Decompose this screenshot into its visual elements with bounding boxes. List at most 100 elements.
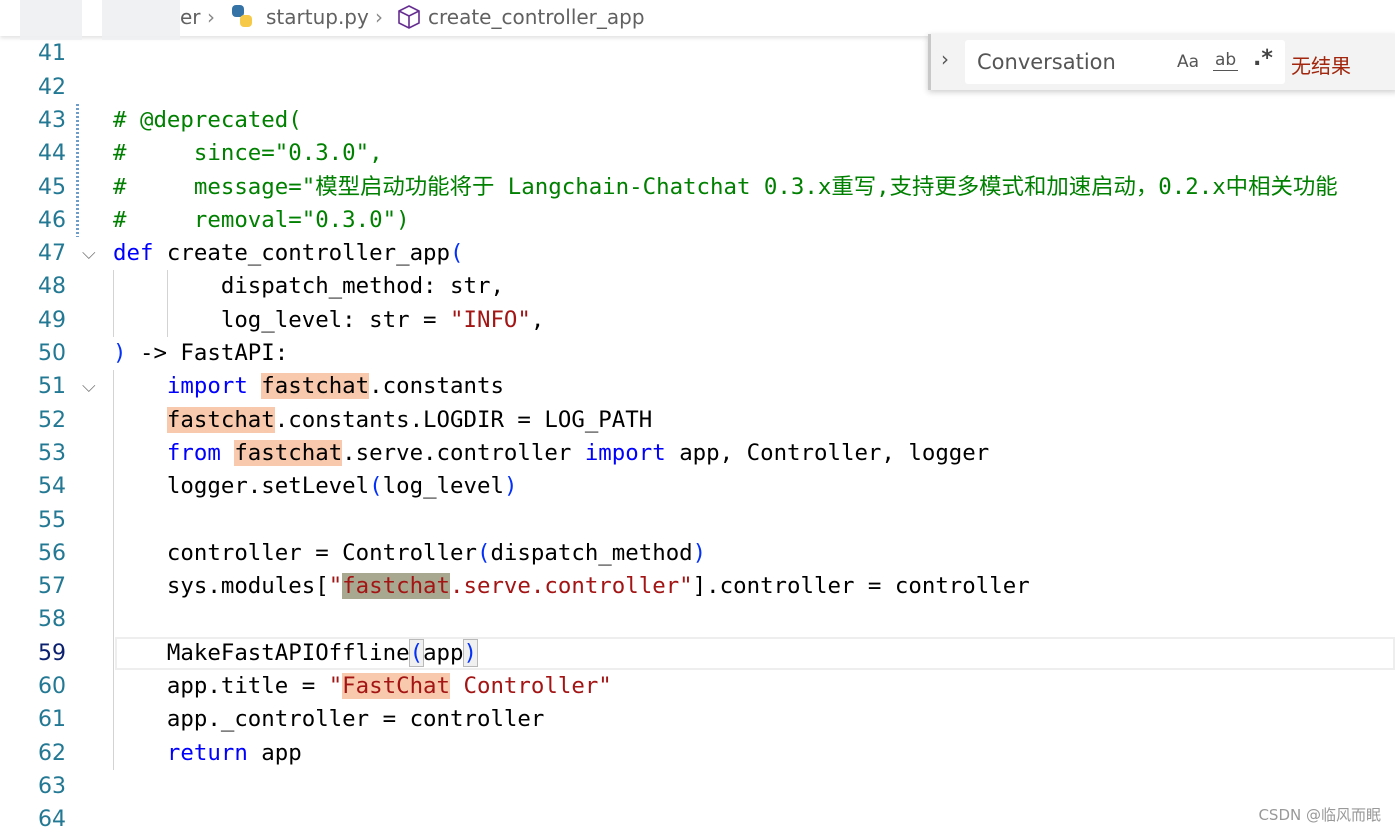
code-line[interactable]: 45 # message="模型启动功能将于 Langchain-Chatchat…: [0, 171, 1395, 204]
breadcrumb-symbol[interactable]: create_controller_app: [428, 5, 645, 29]
indent-guide: [167, 270, 168, 337]
code-token: FastChat: [342, 673, 451, 699]
code-text: # message="模型启动功能将于 Langchain-Chatchat 0…: [113, 171, 1338, 204]
find-input[interactable]: Conversation Aa ab .*: [965, 40, 1285, 84]
code-token: fastchat: [261, 373, 370, 400]
code-token: app: [423, 639, 464, 666]
code-token: # removal="0.3.0"): [113, 206, 410, 233]
code-token: (: [450, 240, 464, 267]
indent-guide: [113, 370, 114, 770]
code-line[interactable]: 62 return app: [0, 737, 1395, 770]
code-line[interactable]: 59 MakeFastAPIOffline(app): [0, 637, 1395, 670]
code-text: controller = Controller(dispatch_method): [113, 537, 706, 570]
line-number: 61: [38, 707, 66, 733]
code-token: app, Controller, logger: [679, 439, 990, 466]
code-token: fastchat: [342, 573, 451, 600]
code-line[interactable]: 56 controller = Controller(dispatch_meth…: [0, 537, 1395, 570]
chevron-right-icon: ›: [207, 5, 215, 29]
code-token: app.title =: [113, 673, 329, 699]
python-icon: [229, 3, 255, 34]
code-token: logger.setLevel: [113, 473, 370, 500]
line-number: 50: [38, 341, 66, 366]
line-number: 55: [38, 507, 66, 533]
code-token: ): [462, 638, 479, 667]
fold-chevron-icon[interactable]: ⌵: [82, 370, 96, 403]
line-number: 45: [38, 174, 66, 200]
line-number: 64: [38, 807, 66, 833]
line-number: 52: [38, 407, 66, 433]
line-number: 47: [38, 241, 66, 267]
line-number: 63: [38, 773, 66, 799]
whole-word-icon[interactable]: ab: [1213, 50, 1239, 71]
code-text: # @deprecated(: [113, 104, 302, 137]
indent-guide: [113, 270, 114, 337]
code-token: -> FastAPI:: [126, 340, 289, 366]
code-token: app._controller = controller: [113, 706, 545, 733]
code-token: from: [166, 439, 235, 466]
code-text: log_level: str = "INFO",: [113, 304, 545, 337]
line-number: 62: [38, 740, 66, 766]
breadcrumb-file[interactable]: startup.py: [266, 5, 369, 29]
code-text: from fastchat.serve.controller import ap…: [113, 437, 989, 470]
code-token: fastchat: [166, 406, 275, 433]
breadcrumb-folder[interactable]: er: [180, 5, 201, 29]
code-line[interactable]: 57 sys.modules["fastchat.serve.controlle…: [0, 570, 1395, 603]
code-line[interactable]: 53 from fastchat.serve.controller import…: [0, 437, 1395, 470]
code-line[interactable]: 64: [0, 803, 1395, 836]
code-text: fastchat.constants.LOGDIR = LOG_PATH: [113, 404, 652, 437]
code-token: dispatch_method: str,: [113, 273, 504, 300]
modified-lines-indicator: [76, 103, 79, 238]
code-token: .constants: [369, 373, 504, 400]
code-line[interactable]: 49 log_level: str = "INFO",: [0, 304, 1395, 337]
code-line[interactable]: 48 dispatch_method: str,: [0, 270, 1395, 303]
code-line[interactable]: 47 ⌵ def create_controller_app(: [0, 237, 1395, 270]
code-token: sys.modules[: [113, 573, 329, 600]
code-token: ): [692, 539, 707, 566]
code-token: import: [166, 373, 262, 400]
regex-icon[interactable]: .*: [1253, 46, 1273, 71]
code-line[interactable]: 58: [0, 603, 1395, 636]
code-text: def create_controller_app(: [113, 237, 464, 270]
line-number: 56: [38, 540, 66, 566]
code-line[interactable]: 60 app.title = "FastChat Controller": [0, 670, 1395, 703]
line-number: 51: [38, 374, 66, 400]
code-text: # removal="0.3.0"): [113, 204, 410, 237]
code-token: .constants.LOGDIR = LOG_PATH: [274, 406, 653, 433]
code-text: app.title = "FastChat Controller": [113, 670, 612, 703]
match-case-icon[interactable]: Aa: [1177, 52, 1199, 72]
code-line[interactable]: 51 ⌵ import fastchat.constants: [0, 370, 1395, 403]
code-text: return app: [113, 737, 302, 770]
code-text: ) -> FastAPI:: [113, 337, 288, 370]
code-line[interactable]: 50 ) -> FastAPI:: [0, 337, 1395, 370]
code-line[interactable]: 61 app._controller = controller: [0, 703, 1395, 736]
code-line[interactable]: 44 # since="0.3.0",: [0, 137, 1395, 170]
code-line[interactable]: 46 # removal="0.3.0"): [0, 204, 1395, 237]
code-token: log_level: [382, 473, 504, 500]
code-line[interactable]: 63: [0, 770, 1395, 803]
watermark: CSDN @临风而眠: [1258, 806, 1381, 824]
line-number: 59: [38, 640, 66, 666]
code-line[interactable]: 52 fastchat.constants.LOGDIR = LOG_PATH: [0, 404, 1395, 437]
code-text: MakeFastAPIOffline(app): [113, 637, 479, 670]
line-number: 53: [38, 440, 66, 466]
code-token: fastchat: [234, 439, 343, 466]
find-input-value[interactable]: Conversation: [977, 50, 1116, 74]
code-line[interactable]: 54 logger.setLevel(log_level): [0, 470, 1395, 503]
line-number: 46: [38, 207, 66, 233]
code-token: (: [369, 473, 383, 500]
code-line[interactable]: 43 # @deprecated(: [0, 104, 1395, 137]
line-number: 57: [38, 574, 66, 600]
code-token: .serve.controller: [342, 439, 585, 466]
fold-chevron-icon[interactable]: ⌵: [82, 237, 96, 270]
code-text: dispatch_method: str,: [113, 270, 504, 303]
chevron-right-icon[interactable]: ›: [941, 47, 949, 71]
code-text: sys.modules["fastchat.serve.controller"]…: [113, 570, 1030, 603]
code-text: # since="0.3.0",: [113, 137, 383, 170]
code-token: return: [166, 739, 262, 766]
code-line[interactable]: 55: [0, 504, 1395, 537]
blurred-region: [20, 0, 82, 40]
code-token: # message="模型启动功能将于 Langchain-Chatchat 0…: [113, 173, 1338, 200]
